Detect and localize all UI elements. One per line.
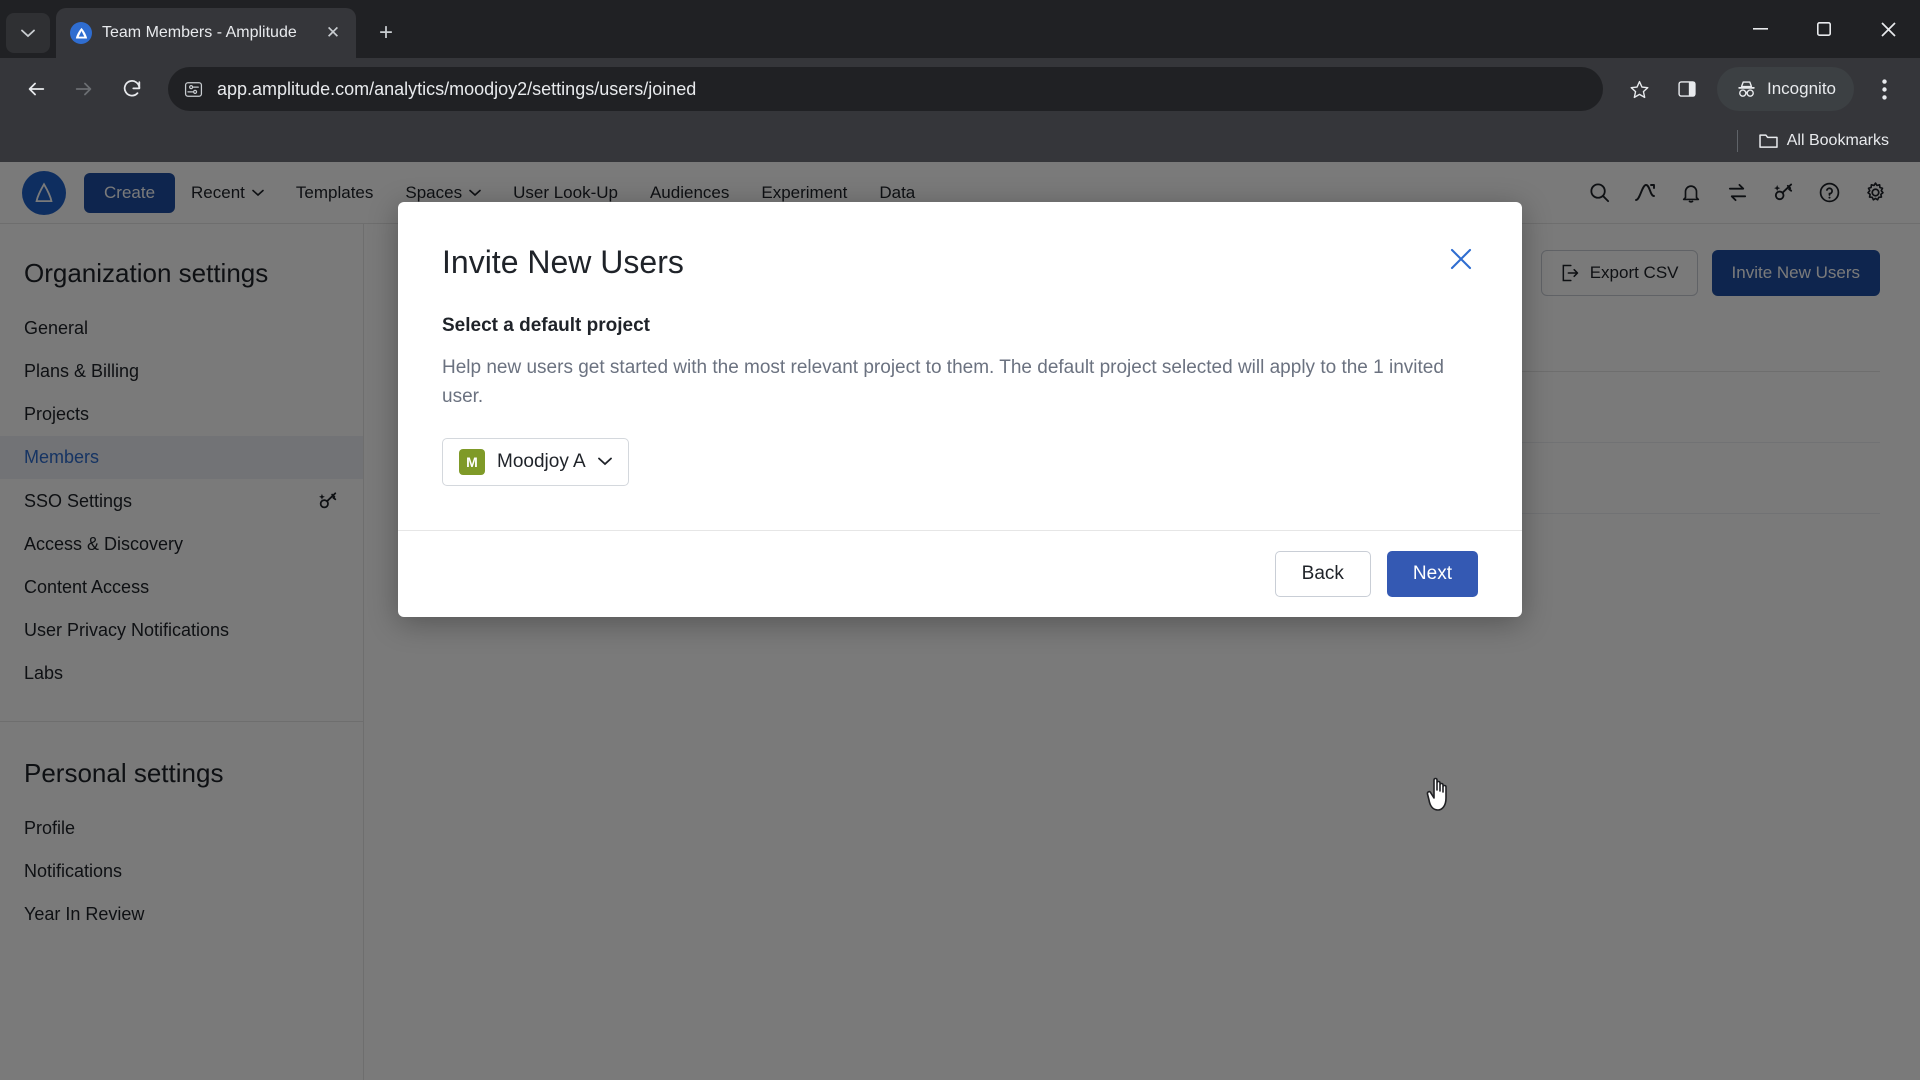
side-panel-icon[interactable] xyxy=(1665,67,1709,111)
next-button[interactable]: Next xyxy=(1386,550,1478,597)
close-icon[interactable] xyxy=(1444,244,1478,278)
browser-window: Team Members - Amplitude ✕ + app.amplitu… xyxy=(0,0,1920,1080)
all-bookmarks-button[interactable]: All Bookmarks xyxy=(1750,127,1898,155)
browser-tab[interactable]: Team Members - Amplitude ✕ xyxy=(56,8,356,58)
default-project-help: Help new users get started with the most… xyxy=(442,357,1444,408)
invite-new-users-modal: Invite New Users Select a default projec… xyxy=(398,202,1522,617)
address-bar[interactable]: app.amplitude.com/analytics/moodjoy2/set… xyxy=(168,67,1603,111)
project-badge: M xyxy=(459,448,485,475)
modal-title: Invite New Users xyxy=(442,244,684,280)
web-page: Create Recent Templates Spaces User Look… xyxy=(0,162,1920,1080)
browser-toolbar: app.amplitude.com/analytics/moodjoy2/set… xyxy=(0,58,1920,120)
star-icon[interactable] xyxy=(1617,67,1661,111)
modal-body: Select a default project Help new users … xyxy=(398,281,1522,530)
folder-icon xyxy=(1759,134,1778,148)
reload-button[interactable] xyxy=(110,67,154,111)
tab-title: Team Members - Amplitude xyxy=(102,24,297,41)
window-minimize-button[interactable] xyxy=(1728,0,1792,58)
three-dot-menu-icon[interactable] xyxy=(1862,67,1906,111)
window-close-button[interactable] xyxy=(1856,0,1920,58)
default-project-label: Select a default project xyxy=(442,315,651,336)
incognito-icon xyxy=(1738,81,1755,97)
bookmarks-separator xyxy=(1736,130,1738,152)
page-settings-icon xyxy=(184,81,203,97)
tab-search-button[interactable] xyxy=(6,13,50,53)
incognito-indicator[interactable]: Incognito xyxy=(1717,67,1854,111)
all-bookmarks-label: All Bookmarks xyxy=(1786,132,1889,149)
back-button[interactable] xyxy=(14,67,58,111)
amplitude-icon xyxy=(70,22,92,44)
tab-close-button[interactable]: ✕ xyxy=(320,20,346,46)
forward-button[interactable] xyxy=(62,67,106,111)
modal-header: Invite New Users xyxy=(398,202,1522,281)
window-maximize-button[interactable] xyxy=(1792,0,1856,58)
bookmarks-bar: All Bookmarks xyxy=(0,120,1920,162)
tab-strip: Team Members - Amplitude ✕ + xyxy=(0,0,1920,58)
default-project-dropdown[interactable]: M Moodjoy A xyxy=(442,437,629,486)
window-controls xyxy=(1728,0,1920,58)
default-project-value: Moodjoy A xyxy=(497,450,586,472)
chevron-down-icon xyxy=(597,457,612,466)
url-text: app.amplitude.com/analytics/moodjoy2/set… xyxy=(217,78,697,99)
chevron-down-icon xyxy=(21,29,35,37)
new-tab-button[interactable]: + xyxy=(368,15,404,51)
modal-footer: Back Next xyxy=(398,529,1522,617)
incognito-label: Incognito xyxy=(1767,79,1836,98)
back-button[interactable]: Back xyxy=(1274,550,1371,597)
